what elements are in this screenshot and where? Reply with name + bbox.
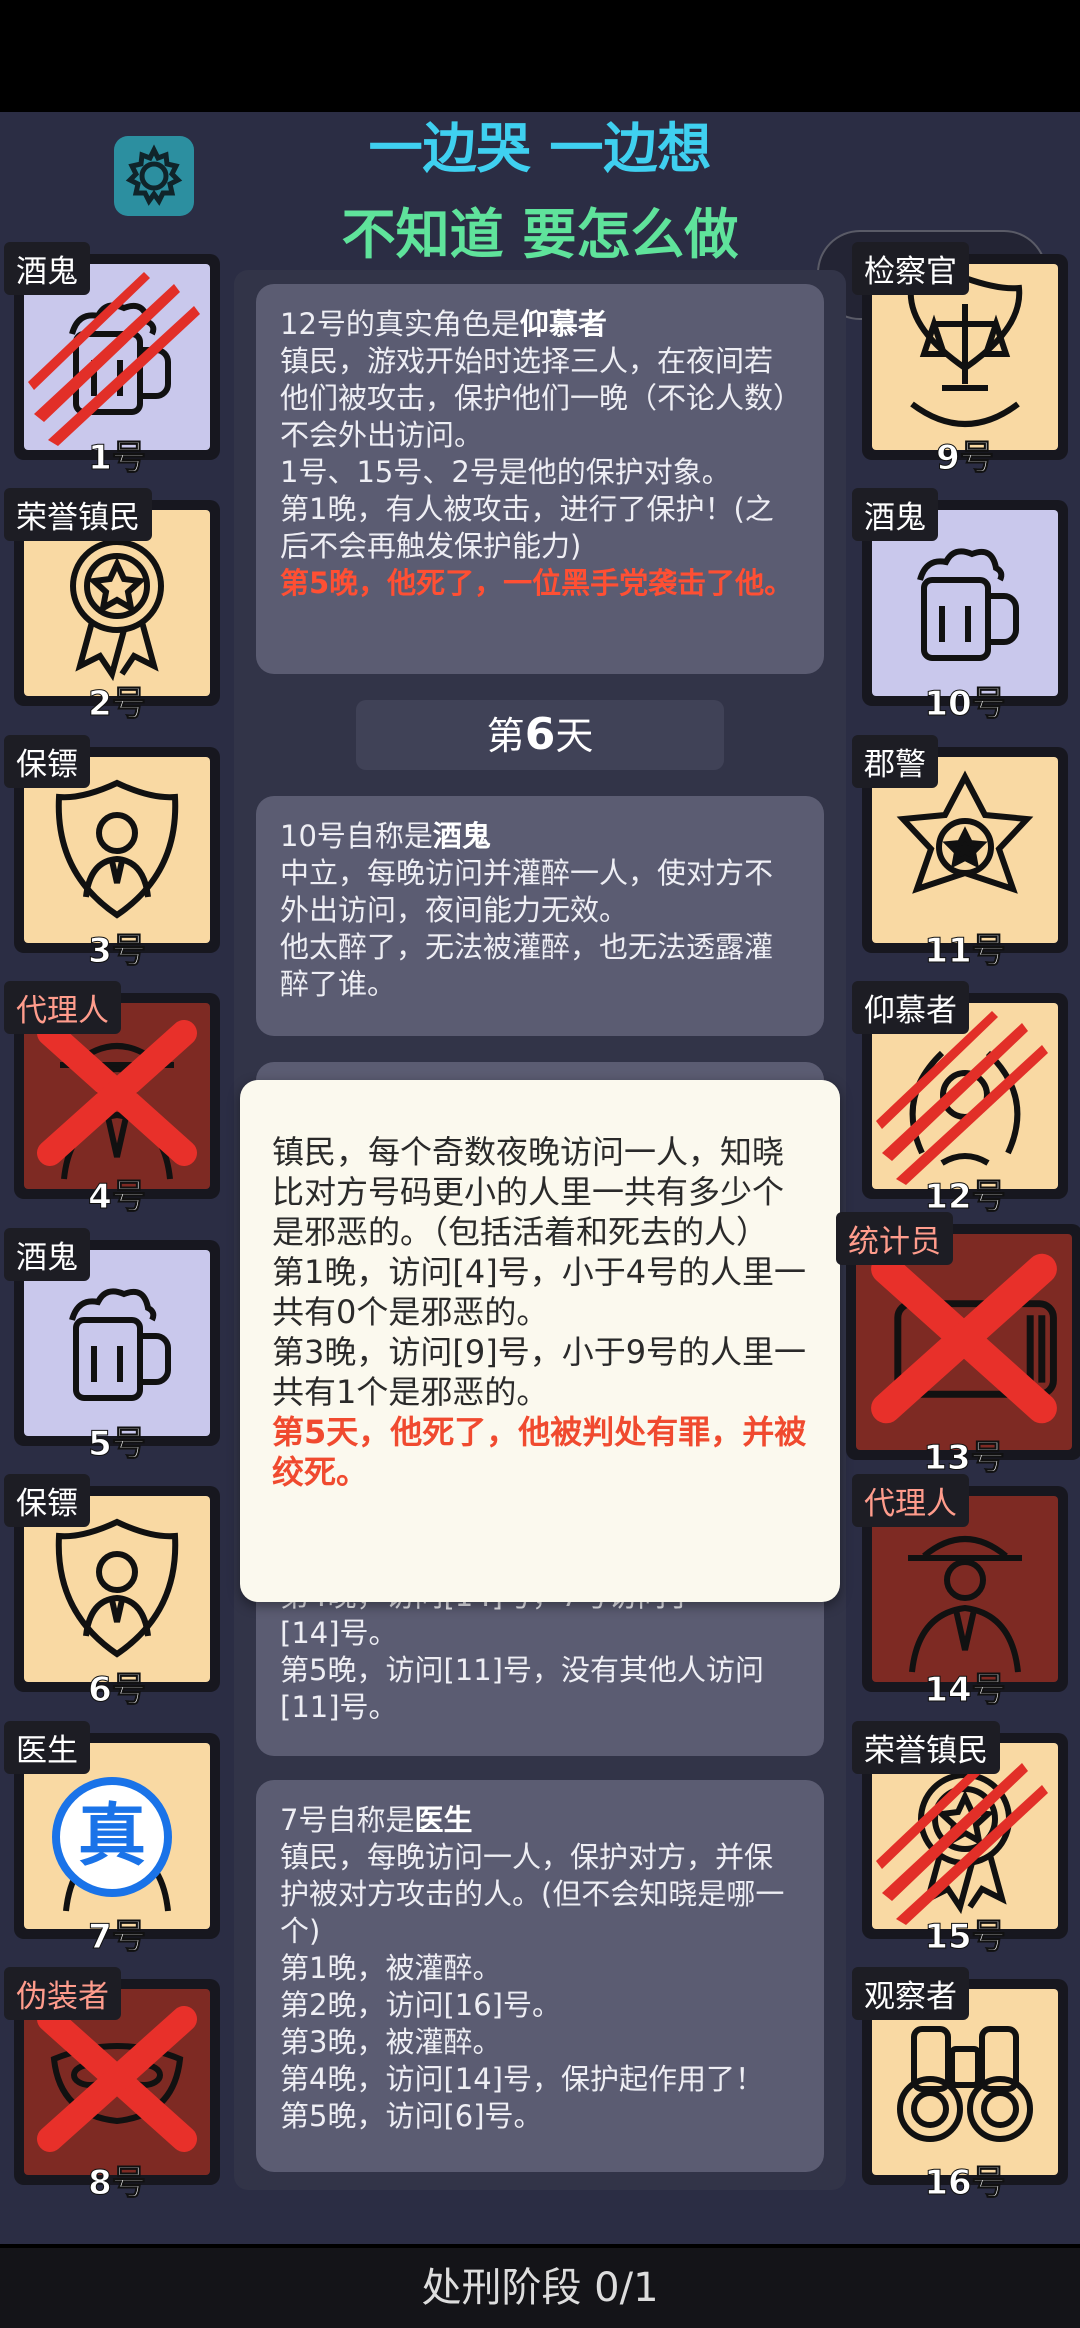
log-line: 第1晚，有人被攻击，进行了保护！(之后不会再触发保护能力) xyxy=(280,492,774,563)
player-number: 8号 xyxy=(88,2163,147,2204)
player-role-label: 统计员 xyxy=(836,1212,953,1265)
player-role-label: 保镖 xyxy=(4,1474,90,1527)
log-line: 第1晚，被灌醉。 xyxy=(280,1951,502,1985)
player-number: 7号 xyxy=(88,1917,147,1958)
day-divider: 第6天 xyxy=(356,700,724,770)
log-line: 镇民，游戏开始时选择三人，在夜间若他们被攻击，保护他们一晚（不论人数）不会外出访… xyxy=(280,344,788,452)
player-card[interactable]: 荣誉镇民 15号 xyxy=(852,1721,1068,1958)
player-number: 4号 xyxy=(88,1177,147,1218)
player-card[interactable]: 伪装者 8号 xyxy=(4,1967,220,2204)
gear-icon xyxy=(125,144,183,206)
player-role-label: 代理人 xyxy=(4,981,121,1034)
player-number: 5号 xyxy=(88,1424,147,1465)
player-number: 13号 xyxy=(923,1438,1005,1479)
player-number: 10号 xyxy=(924,684,1006,725)
log-role: 仰慕者 xyxy=(519,307,607,341)
log-card-player-7: 7号自称是医生 镇民，每晚访问一人，保护对方，并保护被对方攻击的人。(但不会知晓… xyxy=(256,1780,824,2172)
player-role-label: 伪装者 xyxy=(4,1967,121,2020)
day-suffix: 天 xyxy=(555,714,594,758)
player-role-label: 荣誉镇民 xyxy=(852,1721,1000,1774)
player-card[interactable]: 统计员 13号 xyxy=(836,1212,1080,1479)
player-number: 6号 xyxy=(88,1670,147,1711)
player-card[interactable]: 酒鬼 10号 xyxy=(852,488,1068,725)
player-role-label: 郡警 xyxy=(852,735,938,788)
player-card[interactable]: 代理人 14号 xyxy=(852,1474,1068,1711)
log-line: 他太醉了，无法被灌醉，也无法透露灌醉了谁。 xyxy=(280,930,774,1001)
player-role-label: 酒鬼 xyxy=(4,1228,90,1281)
log-line: 第3晚，被灌醉。 xyxy=(280,2025,502,2059)
popup-death-note: 第5天，他死了，他被判处有罪，并被绞死。 xyxy=(272,1413,807,1491)
log-line: 第4晚，访问[14]号，保护起作用了！ xyxy=(280,2062,764,2096)
player-number: 3号 xyxy=(88,931,147,972)
settings-button[interactable] xyxy=(114,136,194,216)
player-role-label: 酒鬼 xyxy=(852,488,938,541)
player-number: 15号 xyxy=(924,1917,1006,1958)
log-line: 镇民，每晚访问一人，保护对方，并保护被对方攻击的人。(但不会知晓是哪一个) xyxy=(280,1840,785,1948)
log-card-player-12: 12号的真实角色是仰慕者 镇民，游戏开始时选择三人，在夜间若他们被攻击，保护他们… xyxy=(256,284,824,674)
log-death-note: 第5晚，他死了，一位黑手党袭击了他。 xyxy=(280,566,794,600)
player-number: 16号 xyxy=(924,2163,1006,2204)
player-portrait xyxy=(856,1234,1072,1450)
log-line: 第2晚，访问[16]号。 xyxy=(280,1988,561,2022)
cross-mark-icon xyxy=(871,1253,1057,1424)
log-line: 中立，每晚访问并灌醉一人，使对方不外出访问，夜间能力无效。 xyxy=(280,856,774,927)
log-line: 第5晚，访问[6]号。 xyxy=(280,2099,543,2133)
player-card[interactable]: 酒鬼 1号 xyxy=(4,242,220,479)
player-card[interactable]: 保镖 3号 xyxy=(4,735,220,972)
log-line: [14]号。 xyxy=(280,1616,398,1650)
player-number: 1号 xyxy=(88,438,147,479)
player-card[interactable]: 观察者 16号 xyxy=(852,1967,1068,2204)
log-prefix: 7号自称是 xyxy=(280,1803,415,1837)
log-role: 酒鬼 xyxy=(432,819,491,853)
player-card[interactable]: 荣誉镇民 2号 xyxy=(4,488,220,725)
player-card[interactable]: 郡警 11号 xyxy=(852,735,1068,972)
player-card[interactable]: 仰慕者 12号 xyxy=(852,981,1068,1218)
log-card-player-10: 10号自称是酒鬼 中立，每晚访问并灌醉一人，使对方不外出访问，夜间能力无效。 他… xyxy=(256,796,824,1036)
player-number: 14号 xyxy=(924,1670,1006,1711)
log-line: 第5晚，访问[11]号，没有其他人访问[11]号。 xyxy=(280,1653,764,1724)
player-role-label: 荣誉镇民 xyxy=(4,488,152,541)
player-role-label: 观察者 xyxy=(852,1967,969,2020)
execution-phase-label: 处刑阶段 0/1 xyxy=(421,2265,659,2311)
status-bar xyxy=(0,0,1080,112)
log-line: 1号、15号、2号是他的保护对象。 xyxy=(280,455,731,489)
player-number: 9号 xyxy=(936,438,995,479)
player-card[interactable]: 真医生 7号 xyxy=(4,1721,220,1958)
log-prefix: 10号自称是 xyxy=(280,819,433,853)
player-role-label: 酒鬼 xyxy=(4,242,90,295)
true-role-stamp: 真 xyxy=(52,1777,172,1897)
role-info-popup[interactable]: 镇民，每个奇数夜晚访问一人，知晓比对方号码更小的人里一共有多少个是邪恶的。（包括… xyxy=(240,1080,840,1602)
player-role-label: 医生 xyxy=(4,1721,90,1774)
player-card[interactable]: 保镖 6号 xyxy=(4,1474,220,1711)
player-number: 12号 xyxy=(924,1177,1006,1218)
player-number: 2号 xyxy=(88,684,147,725)
player-card[interactable]: 代理人 4号 xyxy=(4,981,220,1218)
popup-line: 镇民，每个奇数夜晚访问一人，知晓比对方号码更小的人里一共有多少个是邪恶的。（包括… xyxy=(272,1133,785,1251)
player-card[interactable]: 酒鬼 5号 xyxy=(4,1228,220,1465)
player-role-label: 保镖 xyxy=(4,735,90,788)
player-role-label: 代理人 xyxy=(852,1474,969,1527)
popup-line: 第3晚，访问[9]号，小于9号的人里一共有1个是邪恶的。 xyxy=(272,1333,807,1411)
player-number: 11号 xyxy=(924,931,1006,972)
player-role-label: 仰慕者 xyxy=(852,981,969,1034)
popup-line: 第1晚，访问[4]号，小于4号的人里一共有0个是邪恶的。 xyxy=(272,1253,807,1331)
log-role: 医生 xyxy=(414,1803,473,1837)
execution-phase-bar[interactable]: 处刑阶段 0/1 xyxy=(0,2244,1080,2328)
day-prefix: 第 xyxy=(486,714,525,758)
log-prefix: 12号的真实角色是 xyxy=(280,307,520,341)
player-role-label: 检察官 xyxy=(852,242,969,295)
player-card[interactable]: 检察官 9号 xyxy=(852,242,1068,479)
day-number: 6 xyxy=(524,709,556,760)
